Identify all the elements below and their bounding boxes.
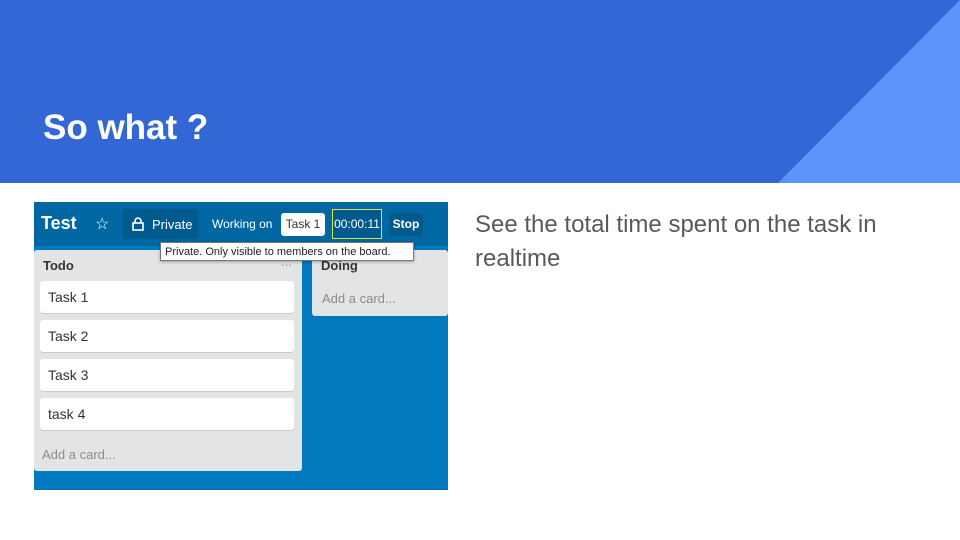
list-todo: Todo ... Task 1 Task 2 Task 3 task 4 Add…: [34, 250, 302, 471]
decorative-triangle: [778, 0, 960, 183]
slide-description: See the total time spent on the task in …: [475, 211, 877, 272]
add-card-link[interactable]: Add a card...: [322, 291, 396, 306]
visibility-label: Private: [152, 217, 193, 232]
lock-icon: [132, 217, 144, 231]
visibility-tooltip: Private. Only visible to members on the …: [160, 242, 414, 261]
card[interactable]: Task 2: [40, 320, 294, 352]
card[interactable]: task 4: [40, 398, 294, 430]
card-label: Task 3: [48, 367, 89, 383]
trello-board-screenshot: Test ☆ Private Working on Task 1 00:00:1…: [34, 202, 448, 490]
slide-header: [0, 0, 960, 183]
board-name[interactable]: Test: [41, 213, 77, 234]
card-label: Task 2: [48, 328, 89, 344]
stop-button[interactable]: Stop: [389, 213, 423, 236]
card[interactable]: Task 1: [40, 281, 294, 313]
list-title[interactable]: Todo: [43, 258, 74, 273]
card[interactable]: Task 3: [40, 359, 294, 391]
slide-title: So what ?: [43, 108, 209, 147]
card-label: task 4: [48, 406, 86, 422]
card-label: Task 1: [48, 289, 89, 305]
current-task-chip[interactable]: Task 1: [281, 213, 325, 236]
add-card-link[interactable]: Add a card...: [42, 447, 116, 462]
timer-display: 00:00:11: [332, 209, 382, 239]
visibility-button[interactable]: Private: [123, 209, 198, 239]
star-icon[interactable]: ☆: [95, 214, 109, 234]
working-on-label: Working on: [212, 217, 273, 231]
board-header: Test ☆ Private Working on Task 1 00:00:1…: [34, 202, 448, 246]
